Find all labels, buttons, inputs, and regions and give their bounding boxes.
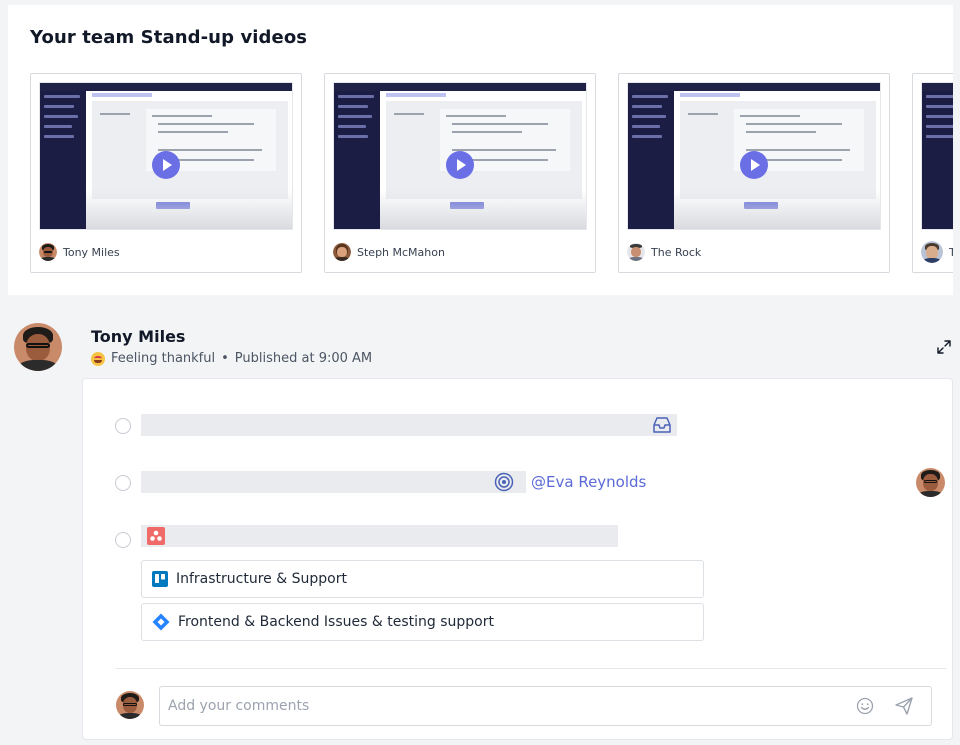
thumbnail-tabs (680, 93, 740, 97)
avatar (627, 243, 645, 261)
assignee-avatar[interactable] (916, 468, 945, 497)
comment-input[interactable] (159, 686, 932, 726)
task-checkbox[interactable] (115, 418, 131, 434)
task-text-bar (141, 414, 677, 436)
avatar (333, 243, 351, 261)
jira-link-card[interactable]: Frontend & Backend Issues & testing supp… (141, 603, 704, 641)
send-icon[interactable] (894, 696, 914, 716)
video-author: To (921, 241, 953, 263)
task-text-bar (141, 471, 526, 493)
video-thumbnail[interactable] (39, 82, 293, 230)
post-author-name[interactable]: Tony Miles (91, 327, 185, 346)
video-author: The Rock (627, 242, 701, 262)
target-icon (494, 472, 514, 492)
thumbnail-sidebar (628, 83, 674, 229)
trello-icon (152, 571, 168, 587)
task-checkbox[interactable] (115, 475, 131, 491)
post-author-avatar[interactable] (14, 323, 62, 371)
current-user-avatar (116, 691, 144, 719)
task-row (115, 475, 131, 491)
thumbnail-sidebar (922, 83, 953, 229)
link-label: Infrastructure & Support (176, 571, 347, 587)
thumbnail-sidebar (40, 83, 86, 229)
trello-link-card[interactable]: Infrastructure & Support (141, 560, 704, 598)
task-row (115, 418, 131, 434)
mood-text: Feeling thankful (111, 351, 216, 366)
thumbnail-topbar (922, 83, 953, 91)
asana-icon (147, 527, 165, 545)
video-author: Tony Miles (39, 242, 120, 262)
emoji-picker-icon[interactable] (856, 697, 874, 715)
post-meta: Feeling thankful • Published at 9:00 AM (91, 351, 372, 366)
video-card[interactable]: Steph McMahon (324, 73, 596, 273)
video-card[interactable]: To (912, 73, 953, 273)
task-checkbox[interactable] (115, 532, 131, 548)
thumbnail-topbar (40, 83, 292, 91)
published-time: Published at 9:00 AM (234, 351, 373, 366)
play-icon[interactable] (446, 151, 474, 179)
standup-videos-panel: Your team Stand-up videos Tony Miles Ste… (8, 5, 953, 295)
thumbnail-tabs (386, 93, 446, 97)
play-icon[interactable] (740, 151, 768, 179)
video-thumbnail[interactable] (921, 82, 953, 230)
thumbnail-topbar (334, 83, 586, 91)
star-struck-emoji-icon (91, 351, 105, 366)
thumbnail-tabs (92, 93, 152, 97)
meta-separator: • (221, 351, 229, 366)
video-card[interactable]: Tony Miles (30, 73, 302, 273)
play-icon[interactable] (152, 151, 180, 179)
video-author: Steph McMahon (333, 242, 445, 262)
author-name: The Rock (651, 245, 702, 259)
author-name: To (949, 245, 953, 259)
jira-icon (152, 613, 170, 631)
link-label: Frontend & Backend Issues & testing supp… (178, 614, 494, 630)
video-card[interactable]: The Rock (618, 73, 890, 273)
author-name: Steph McMahon (357, 245, 445, 259)
task-row (115, 532, 131, 548)
thumbnail-topbar (628, 83, 880, 91)
video-thumbnail[interactable] (333, 82, 587, 230)
task-text-bar (141, 525, 618, 547)
avatar (921, 241, 943, 263)
standup-post-card: @Eva Reynolds Infrastructure & Support F… (82, 378, 953, 740)
author-name: Tony Miles (63, 245, 120, 259)
inbox-icon (653, 417, 671, 433)
video-thumbnail[interactable] (627, 82, 881, 230)
section-title: Your team Stand-up videos (30, 27, 308, 48)
mention-link[interactable]: @Eva Reynolds (531, 473, 646, 491)
divider (116, 668, 946, 669)
thumbnail-sidebar (334, 83, 380, 229)
expand-icon[interactable] (936, 339, 952, 355)
avatar (39, 243, 57, 261)
